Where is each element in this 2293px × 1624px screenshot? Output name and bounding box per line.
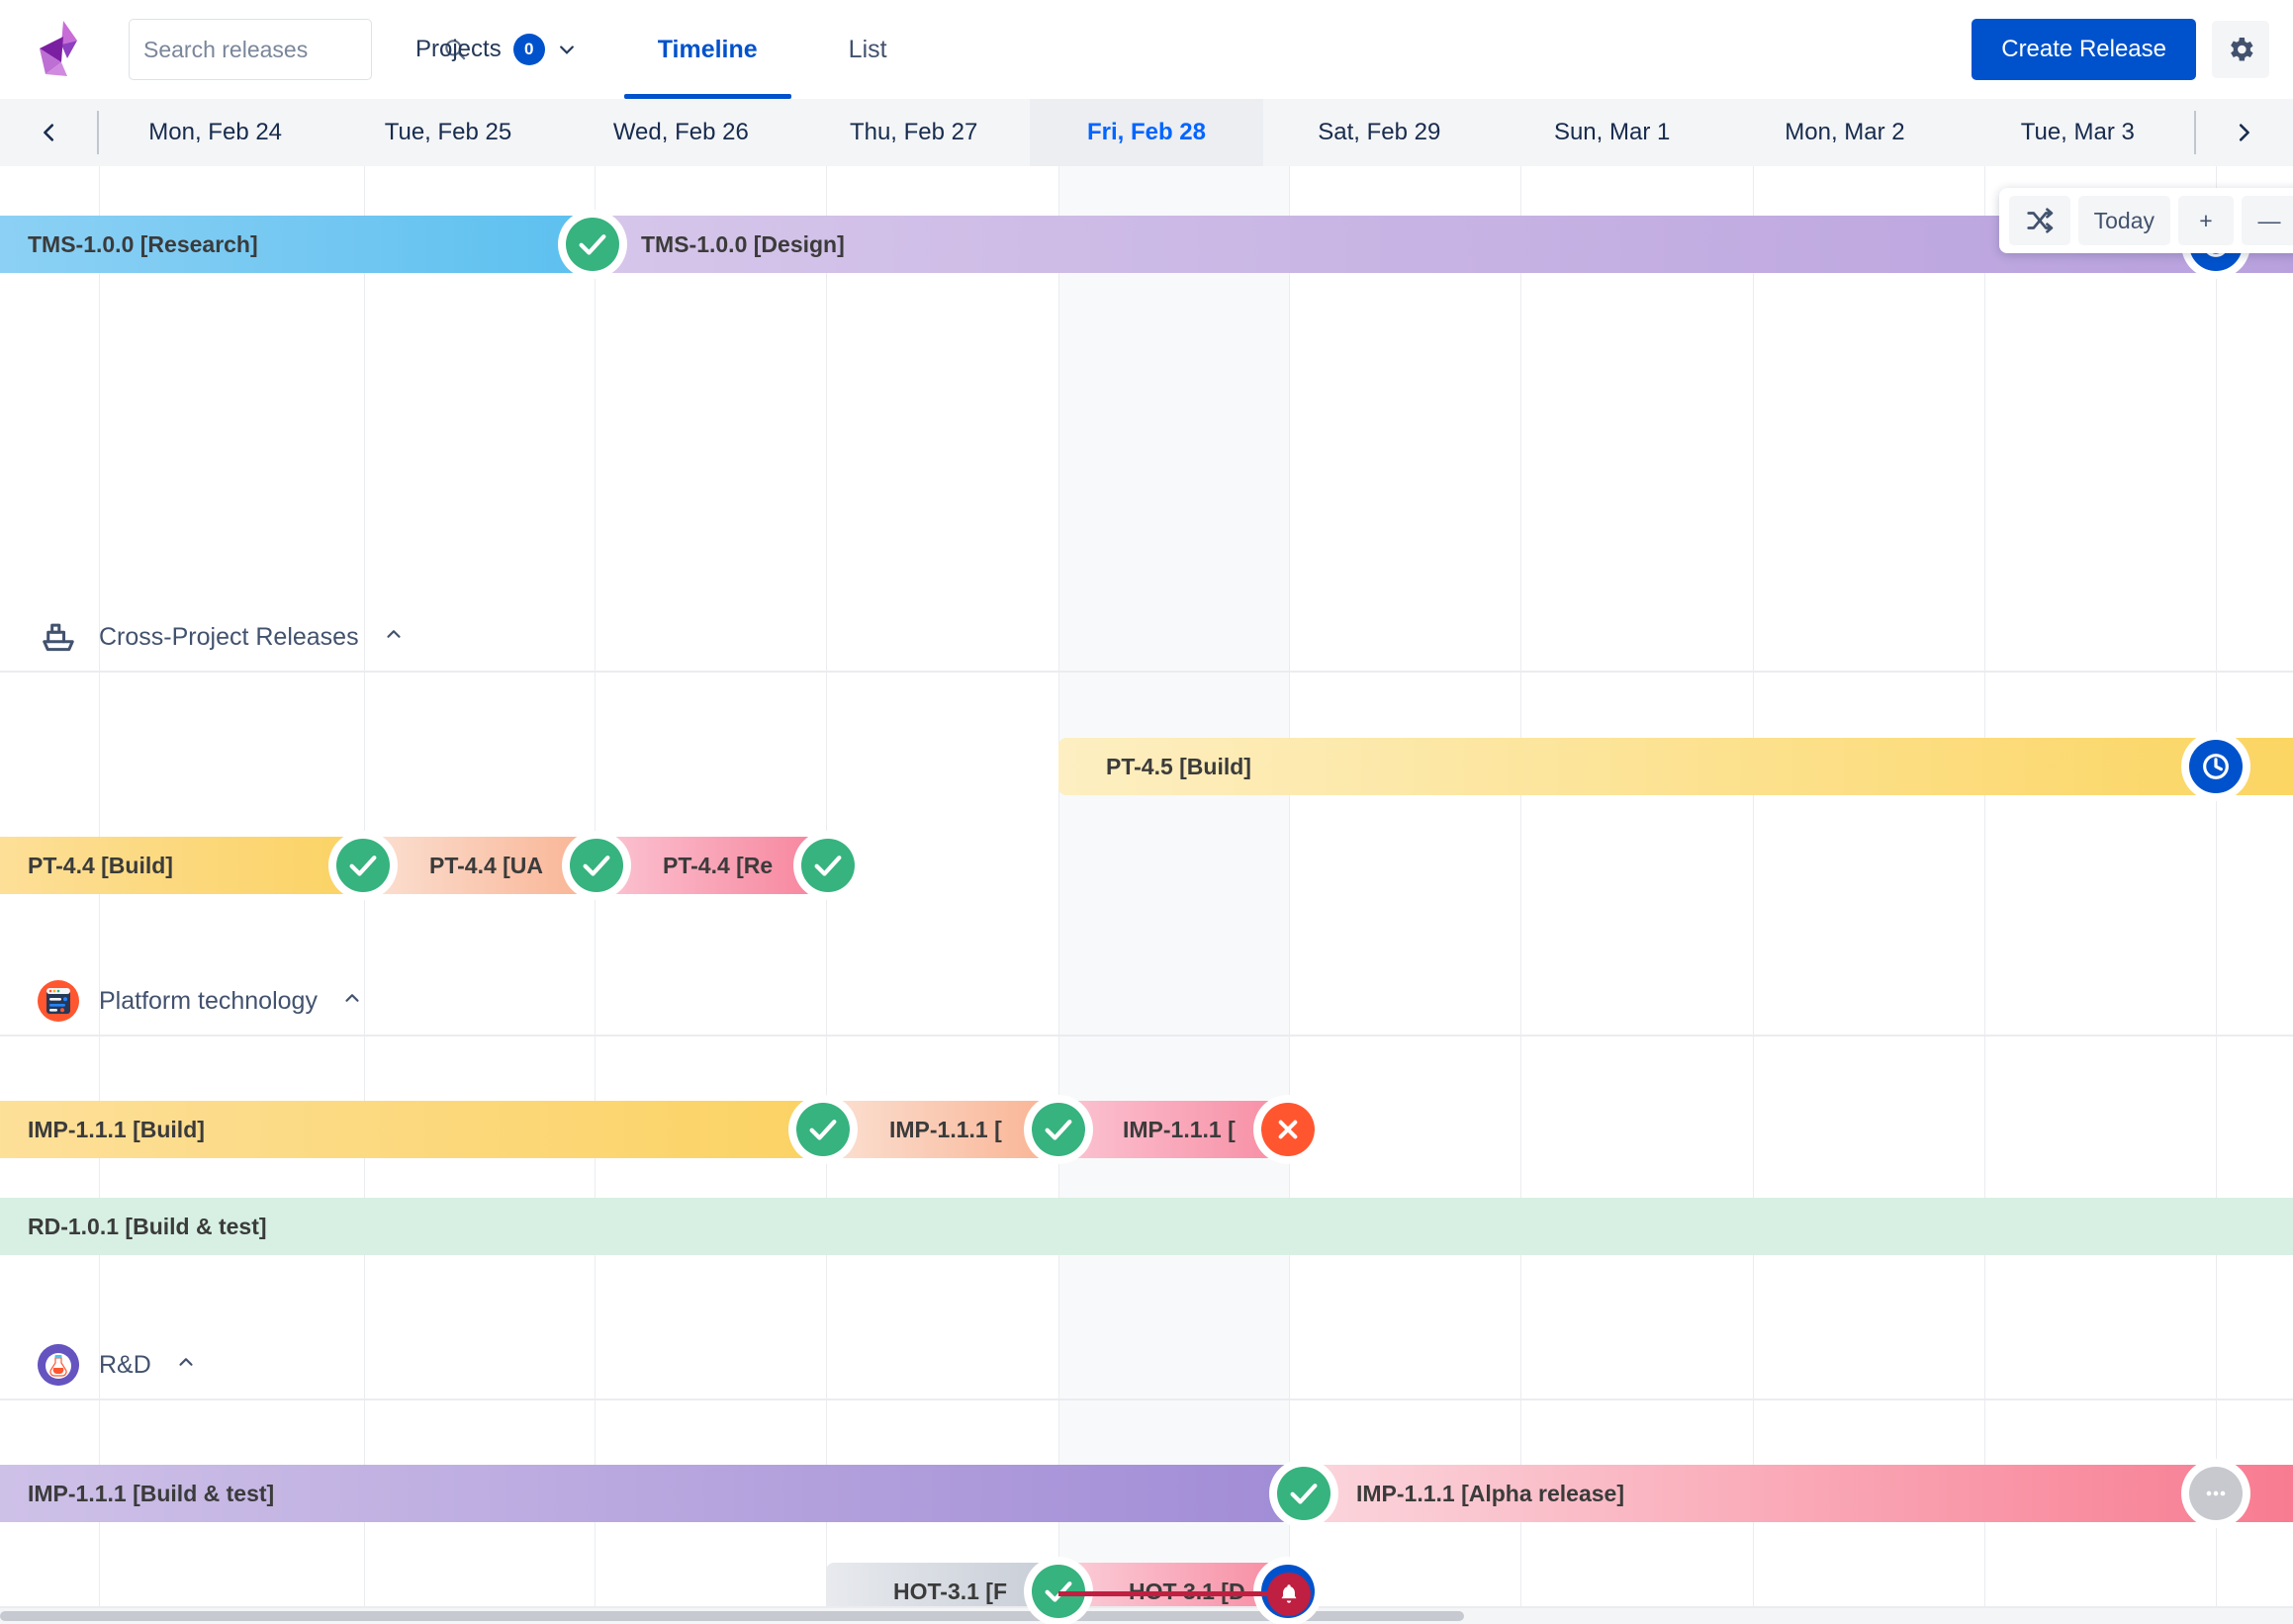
bar-label: RD-1.0.1 [Build & test]	[28, 1213, 267, 1239]
bar-label: HOT-3.1 [F	[893, 1578, 1008, 1604]
group-header-platform-technology[interactable]: Platform technology	[0, 967, 2293, 1037]
projects-filter-button[interactable]: Projects 0	[406, 22, 587, 77]
alert-deadline-line	[1058, 1591, 1288, 1596]
zoom-out-button[interactable]: —	[2242, 196, 2293, 245]
bar-pt44-uat[interactable]: PT-4.4 [UA	[366, 837, 603, 894]
date-header-row: Mon, Feb 24 Tue, Feb 25 Wed, Feb 26 Thu,…	[0, 99, 2293, 166]
timeline-rows: TMS-1.0.0 [Research] TMS-1.0.0 [Design]	[0, 166, 2293, 1624]
day-columns: Mon, Feb 24 Tue, Feb 25 Wed, Feb 26 Thu,…	[99, 99, 2194, 166]
search-input[interactable]	[143, 36, 436, 63]
timeline-board: TMS-1.0.0 [Research] TMS-1.0.0 [Design]	[0, 166, 2293, 1624]
status-check-icon[interactable]	[1032, 1103, 1085, 1156]
day-header-0[interactable]: Mon, Feb 24	[99, 99, 331, 166]
bar-label: IMP-1.1.1 [Build & test]	[28, 1480, 275, 1506]
day-header-1[interactable]: Tue, Feb 25	[331, 99, 564, 166]
zoom-toolbar: Today + —	[1998, 188, 2293, 253]
status-check-icon[interactable]	[796, 1103, 850, 1156]
alert-bell-icon[interactable]	[1267, 1573, 1311, 1616]
bar-rd101-build-test[interactable]: RD-1.0.1 [Build & test]	[0, 1198, 2293, 1255]
bar-imp111-uat[interactable]: IMP-1.1.1 [	[826, 1101, 1063, 1158]
origami-bird-logo[interactable]	[34, 19, 91, 80]
day-header-5[interactable]: Sat, Feb 29	[1263, 99, 1496, 166]
project-avatar-rd	[38, 1344, 79, 1386]
caret-up-icon[interactable]	[341, 987, 363, 1016]
day-header-8[interactable]: Tue, Mar 3	[1962, 99, 2194, 166]
status-more-icon[interactable]	[2189, 1467, 2243, 1520]
bar-imp111-build[interactable]: IMP-1.1.1 [Build]	[0, 1101, 826, 1158]
caret-up-icon[interactable]	[175, 1351, 197, 1380]
group-label: R&D	[99, 1350, 151, 1379]
chevron-down-icon	[557, 40, 577, 59]
tab-list-label: List	[848, 35, 887, 63]
ship-icon	[38, 616, 79, 658]
group-header-cross-project[interactable]: Cross-Project Releases	[0, 603, 2293, 673]
project-avatar-platform	[38, 980, 79, 1022]
bar-imp111-build-test[interactable]: IMP-1.1.1 [Build & test]	[0, 1465, 1311, 1522]
bar-label: TMS-1.0.0 [Research]	[28, 230, 258, 257]
bar-label: IMP-1.1.1 [Alpha release]	[1356, 1480, 1624, 1506]
group-header-rd[interactable]: R&D	[0, 1331, 2293, 1400]
bar-label: IMP-1.1.1 [Build]	[28, 1116, 205, 1142]
search-box[interactable]	[129, 19, 466, 80]
projects-filter-count: 0	[512, 34, 545, 65]
today-button[interactable]: Today	[2077, 196, 2170, 245]
status-check-icon[interactable]	[801, 839, 855, 892]
status-check-icon[interactable]	[1277, 1467, 1330, 1520]
bar-label: IMP-1.1.1 [	[1123, 1116, 1236, 1142]
status-check-icon[interactable]	[336, 839, 390, 892]
create-release-button[interactable]: Create Release	[1972, 19, 2196, 80]
group-label: Cross-Project Releases	[99, 622, 359, 651]
top-navigation-bar: Projects 0 Timeline List Create Release	[0, 0, 2293, 99]
status-check-icon[interactable]	[566, 218, 619, 271]
release-timeline-app: Projects 0 Timeline List Create Release	[0, 0, 2293, 1624]
projects-filter-label: Projects	[415, 36, 502, 62]
bar-pt44-release[interactable]: PT-4.4 [Re	[601, 837, 814, 894]
chevron-right-icon[interactable]	[2194, 99, 2293, 166]
bar-tms-research[interactable]: TMS-1.0.0 [Research]	[0, 216, 594, 273]
chevron-left-icon[interactable]	[0, 99, 99, 166]
bar-label: PT-4.4 [Re	[663, 852, 774, 878]
caret-up-icon[interactable]	[383, 623, 405, 652]
day-header-3[interactable]: Thu, Feb 27	[797, 99, 1030, 166]
gear-icon[interactable]	[2212, 21, 2269, 78]
horizontal-scrollbar[interactable]	[0, 1608, 2293, 1624]
view-tabs: Timeline List	[612, 0, 933, 99]
scroll-thumb[interactable]	[0, 1611, 1464, 1621]
bar-label: PT-4.4 [UA	[429, 852, 544, 878]
bar-label: PT-4.4 [Build]	[28, 852, 173, 878]
group-label: Platform technology	[99, 986, 318, 1015]
bar-label: IMP-1.1.1 [	[889, 1116, 1002, 1142]
status-check-icon[interactable]	[570, 839, 623, 892]
bar-imp111-alpha-release[interactable]: IMP-1.1.1 [Alpha release]	[1309, 1465, 2293, 1522]
status-error-icon[interactable]	[1261, 1103, 1315, 1156]
day-header-2[interactable]: Wed, Feb 26	[565, 99, 797, 166]
day-header-6[interactable]: Sun, Mar 1	[1496, 99, 1728, 166]
bar-pt45-build[interactable]: PT-4.5 [Build]	[1058, 738, 2293, 795]
bar-label: PT-4.5 [Build]	[1106, 753, 1251, 779]
zoom-in-button[interactable]: +	[2178, 196, 2234, 245]
tab-timeline-label: Timeline	[657, 35, 758, 63]
day-header-7[interactable]: Mon, Mar 2	[1728, 99, 1961, 166]
day-header-today[interactable]: Fri, Feb 28	[1030, 99, 1263, 166]
top-bar-actions: Create Release	[1972, 19, 2293, 80]
bar-label: TMS-1.0.0 [Design]	[641, 230, 845, 257]
status-clock-icon[interactable]	[2189, 740, 2243, 793]
tab-timeline[interactable]: Timeline	[612, 0, 803, 99]
shuffle-icon[interactable]	[2008, 196, 2070, 245]
bar-pt44-build[interactable]: PT-4.4 [Build]	[0, 837, 366, 894]
tab-list[interactable]: List	[803, 0, 933, 99]
